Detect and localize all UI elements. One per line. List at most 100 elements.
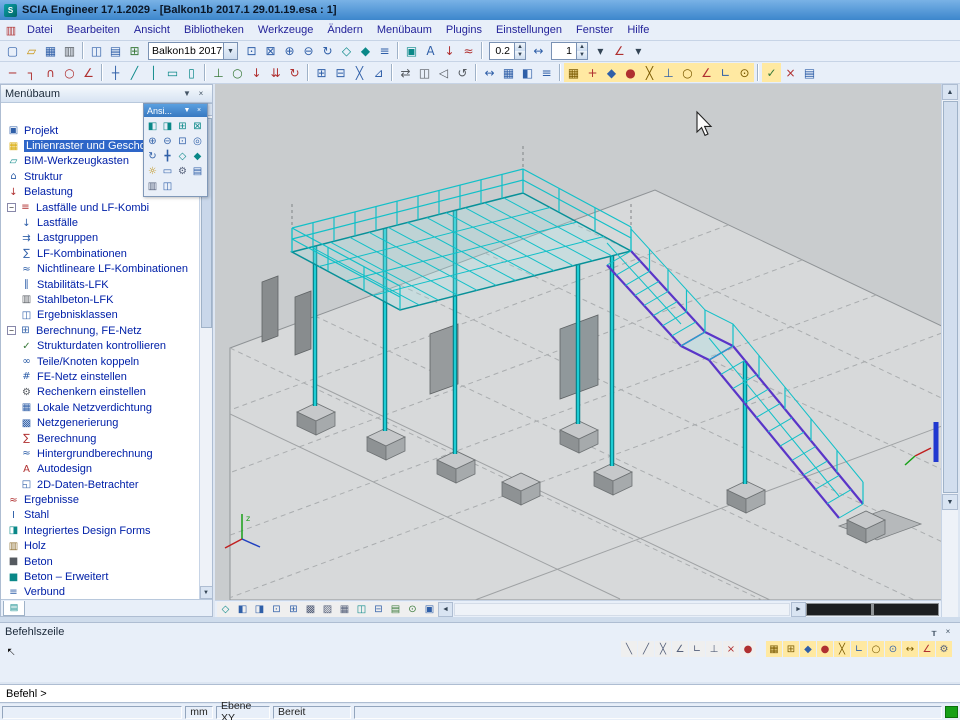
line-grid-snap-icon[interactable]: ⊞ — [783, 641, 799, 657]
project-combo[interactable]: Balkon1b 2017.1 2 ▼ — [148, 42, 238, 60]
view-top-button[interactable]: ◧ — [145, 119, 160, 134]
tree-item-ergebnisklassen[interactable]: ◫ Ergebnisklassen — [1, 308, 199, 323]
tree-tab[interactable]: ▤ — [3, 601, 25, 616]
scale-dropdown-button[interactable]: ▾ — [591, 42, 610, 61]
zoom-all-button[interactable]: ⊠ — [261, 42, 280, 61]
close-icon[interactable]: × — [194, 87, 208, 100]
close-icon[interactable]: × — [194, 107, 204, 114]
load-display-button[interactable]: ↓ — [440, 42, 459, 61]
menu-einstellungen[interactable]: Einstellungen — [489, 21, 569, 39]
snap-tangent-icon[interactable]: ○ — [678, 63, 697, 82]
tree-item-autodesign[interactable]: A Autodesign — [1, 462, 199, 477]
snap-grid-icon[interactable]: ▦ — [564, 63, 583, 82]
point-load-tool[interactable]: ↓ — [247, 63, 266, 82]
snap-cross-icon[interactable]: ╳ — [655, 641, 671, 657]
print-button[interactable]: ▥ — [60, 42, 79, 61]
view-z-button[interactable]: ⊡ — [268, 602, 285, 617]
tree-item-beton[interactable]: ■ Beton — [1, 554, 199, 569]
arrow-scale-button[interactable]: ↔ — [529, 42, 548, 61]
ucs-rotate-button[interactable]: ∠ — [610, 42, 629, 61]
scroll-down-icon[interactable]: ▼ — [942, 494, 958, 510]
tree-item-netzverdichtung[interactable]: ▦ Lokale Netzverdichtung — [1, 400, 199, 415]
scroll-up-icon[interactable]: ▲ — [942, 84, 958, 100]
column-tool[interactable]: │ — [144, 63, 163, 82]
rotate-view-button[interactable]: ↻ — [145, 149, 160, 164]
wall-tool[interactable]: ▯ — [182, 63, 201, 82]
tree-item-lastfaelle-lfk[interactable]: − ≡ Lastfälle und LF-Kombi — [1, 200, 199, 215]
scrollbar-thumb[interactable] — [874, 604, 938, 615]
zoom-fit-button[interactable]: ⊞ — [285, 602, 302, 617]
tree-item-design-forms[interactable]: ◨ Integriertes Design Forms — [1, 523, 199, 538]
view-y-button[interactable]: ◨ — [251, 602, 268, 617]
endpoint-snap-icon[interactable]: ● — [817, 641, 833, 657]
tree-item-stahl[interactable]: I Stahl — [1, 508, 199, 523]
view-front-button[interactable]: ◨ — [160, 119, 175, 134]
snap-grid-button[interactable]: ⊙ — [404, 602, 421, 617]
scroll-down-icon[interactable]: ▼ — [200, 586, 213, 599]
trim-tool[interactable]: ⊿ — [369, 63, 388, 82]
horizontal-scrollbar-track[interactable] — [454, 603, 790, 616]
pin-icon[interactable]: ┰ — [927, 625, 941, 638]
grid-toggle-button[interactable]: ▤ — [387, 602, 404, 617]
menu-plugins[interactable]: Plugins — [439, 21, 489, 39]
angle-snap-icon[interactable]: ∠ — [919, 641, 935, 657]
accept-button[interactable]: ✓ — [762, 63, 781, 82]
scroll-left-icon[interactable]: ◄ — [438, 602, 453, 617]
vertical-scrollbar[interactable]: ▲ ▼ — [941, 84, 958, 617]
spinner-down-icon[interactable]: ▼ — [515, 51, 525, 59]
snap-center-icon[interactable]: ⊙ — [735, 63, 754, 82]
plane-field[interactable]: Ebene XY — [216, 706, 270, 719]
layers-button[interactable]: ≡ — [375, 42, 394, 61]
mirror-tool[interactable]: ◁ — [434, 63, 453, 82]
chevron-down-icon[interactable]: ▼ — [182, 107, 192, 114]
zoom-window-button[interactable]: ⊡ — [242, 42, 261, 61]
beam-tool[interactable]: ╱ — [125, 63, 144, 82]
zoom-in-button[interactable]: ⊕ — [280, 42, 299, 61]
labels-button[interactable]: A — [421, 42, 440, 61]
volumes-button[interactable]: ◫ — [353, 602, 370, 617]
view-axo-button[interactable]: ⊞ — [175, 119, 190, 134]
snap-node-icon[interactable]: + — [583, 63, 602, 82]
view-x-button[interactable]: ◧ — [234, 602, 251, 617]
rotate-view-button[interactable]: ↻ — [318, 42, 337, 61]
save-button[interactable]: ▦ — [41, 42, 60, 61]
menu-hilfe[interactable]: Hilfe — [620, 21, 656, 39]
view-perspective-button[interactable]: ⊠ — [190, 119, 205, 134]
line-tool[interactable]: ─ — [3, 63, 22, 82]
tree-item-netzgenerierung[interactable]: ▩ Netzgenerierung — [1, 415, 199, 430]
intersect-tool[interactable]: ╳ — [350, 63, 369, 82]
polyline-tool[interactable]: ┐ — [22, 63, 41, 82]
clip-box-button[interactable]: ▭ — [160, 164, 175, 179]
menu-ansicht[interactable]: Ansicht — [127, 21, 177, 39]
zoom-out-button[interactable]: ⊖ — [299, 42, 318, 61]
moment-tool[interactable]: ↻ — [285, 63, 304, 82]
tree-item-hintergrundberechnung[interactable]: ≈ Hintergrundberechnung — [1, 446, 199, 461]
pan-view-button[interactable]: ╋ — [160, 149, 175, 164]
results-display-button[interactable]: ≈ — [459, 42, 478, 61]
print-view-button[interactable]: ▥ — [145, 179, 160, 194]
arc-tool[interactable]: ∩ — [41, 63, 60, 82]
snap-perp-icon[interactable]: ⊥ — [706, 641, 722, 657]
menu-bearbeiten[interactable]: Bearbeiten — [60, 21, 127, 39]
tree-item-ergebnisse[interactable]: ≈ Ergebnisse — [1, 492, 199, 507]
length-snap-icon[interactable]: ↔ — [902, 641, 918, 657]
tree-toggle-icon[interactable]: − — [7, 203, 16, 212]
snap-line-icon[interactable]: ╱ — [638, 641, 654, 657]
section-tool[interactable]: ◧ — [518, 63, 537, 82]
snap-end-icon[interactable]: ● — [621, 63, 640, 82]
named-views-button[interactable]: ▣ — [421, 602, 438, 617]
light-button[interactable]: ☼ — [145, 164, 160, 179]
coord-dropdown-button[interactable]: ▾ — [629, 42, 648, 61]
calculator-button[interactable]: ⊞ — [125, 42, 144, 61]
circle-tool[interactable]: ○ — [60, 63, 79, 82]
menu-datei[interactable]: Datei — [20, 21, 60, 39]
midpoint-snap-icon[interactable]: ◆ — [800, 641, 816, 657]
hinge-tool[interactable]: ○ — [228, 63, 247, 82]
snap-perp-icon[interactable]: ⊥ — [659, 63, 678, 82]
grid-tool[interactable]: ▦ — [499, 63, 518, 82]
dot-grid-snap-icon[interactable]: ▦ — [766, 641, 782, 657]
snap-remove-icon[interactable]: × — [723, 641, 739, 657]
snap-intersect-icon[interactable]: ╳ — [640, 63, 659, 82]
save-view-button[interactable]: ▤ — [190, 164, 205, 179]
zoom-all-button[interactable]: ◎ — [190, 134, 205, 149]
